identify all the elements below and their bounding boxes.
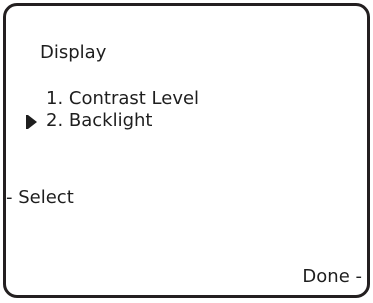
phone-display-screen: Display 1. Contrast Level 2. Backlight -… bbox=[3, 3, 370, 298]
screen-title: Display bbox=[40, 42, 107, 63]
selection-cursor-icon bbox=[26, 115, 37, 129]
menu-item-contrast-level[interactable]: 1. Contrast Level bbox=[46, 89, 199, 109]
done-softkey[interactable]: Done - bbox=[302, 266, 362, 288]
select-softkey[interactable]: - Select bbox=[6, 187, 74, 209]
menu-item-backlight[interactable]: 2. Backlight bbox=[46, 111, 153, 131]
